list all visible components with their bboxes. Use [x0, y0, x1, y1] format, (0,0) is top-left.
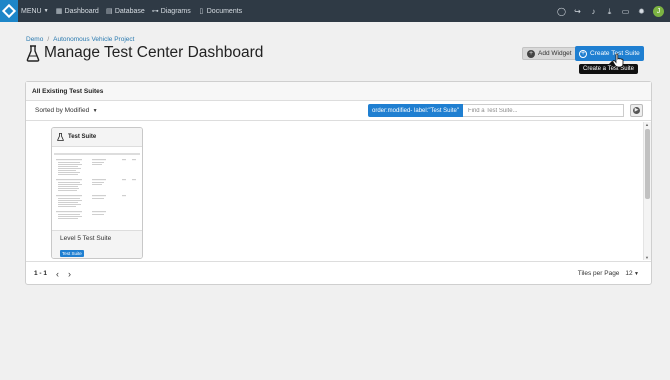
gear-icon[interactable]: ✹ [637, 7, 646, 16]
breadcrumb-project-link[interactable]: Autonomous Vehicle Project [53, 36, 134, 43]
page-header: Manage Test Center Dashboard [26, 44, 263, 62]
chat-icon[interactable]: ◯ [557, 7, 566, 16]
nav-item-dashboard[interactable]: ▦ Dashboard [56, 8, 99, 15]
search-button[interactable]: ▶ [630, 104, 643, 117]
panel-title: All Existing Test Suites [26, 82, 651, 101]
documents-icon: ▯ [199, 7, 204, 15]
main-nav: MENU ▼ ▦ Dashboard ▤ Database ⊶ Diagrams ▯ Do… [21, 8, 249, 15]
add-widget-label: Add Widget [538, 50, 572, 57]
page-title: Manage Test Center Dashboard [44, 44, 264, 61]
card-header-label: Test Suite [68, 134, 97, 140]
nav-item-diagrams[interactable]: ⊶ Diagrams [152, 8, 191, 15]
scroll-up-icon[interactable]: ▲ [645, 122, 649, 127]
scrollbar-thumb[interactable] [645, 129, 650, 199]
nav-item-documents[interactable]: ▯ Documents [198, 8, 242, 15]
avatar[interactable]: J [653, 5, 664, 17]
nav-item-database[interactable]: ▤ Database [106, 8, 145, 15]
tiles-per-page-value: 12 [625, 270, 633, 277]
nav-item-label: Diagrams [160, 7, 191, 15]
logo-diamond-icon [1, 3, 17, 19]
arrow-right-icon: ▶ [633, 107, 640, 114]
test-suite-card[interactable]: Test Suite Level 5 Test Suite Test Suite [51, 127, 143, 259]
chevron-right-icon[interactable]: › [68, 269, 71, 279]
breadcrumb-separator: / [47, 36, 50, 43]
status-badge: Test Suite [60, 250, 84, 257]
chevron-down-icon: ▼ [632, 271, 639, 277]
nav-item-label: Database [114, 7, 145, 15]
create-test-suite-button[interactable]: + Create Test Suite [575, 46, 644, 61]
panel-toolbar: Sorted by Modified ▼ order:modified- lab… [26, 101, 651, 121]
search-group: order:modified- label:"Test Suite" [368, 104, 624, 117]
card-footer: Level 5 Test Suite Test Suite [52, 231, 142, 258]
tooltip: Create a Test Suite [579, 61, 638, 74]
flask-icon [57, 133, 64, 141]
pagination-info: 1 - 1 [34, 270, 48, 277]
scroll-down-icon[interactable]: ▼ [645, 255, 649, 260]
dashboard-icon: ▦ [55, 7, 63, 15]
chevron-down-icon: ▼ [43, 8, 49, 14]
diagrams-icon: ⊶ [151, 7, 159, 15]
panel-footer: 1 - 1 ‹ › Tiles per Page 12 ▼ [26, 261, 651, 285]
nav-item-label: Dashboard [64, 7, 99, 15]
navbar-actions: ◯ ↪ ♪ ⤓ ▭ ✹ J [550, 0, 664, 22]
plus-circle-icon: + [579, 49, 587, 58]
query-filter-chip[interactable]: order:modified- label:"Test Suite" [368, 104, 463, 117]
add-widget-button[interactable]: + Add Widget [522, 47, 577, 60]
hand-cursor-icon [612, 53, 624, 68]
share-icon[interactable]: ↪ [573, 7, 582, 16]
card-thumbnail [52, 147, 142, 231]
chevron-down-icon: ▼ [91, 108, 98, 114]
top-navbar: MENU ▼ ▦ Dashboard ▤ Database ⊶ Diagrams ▯ Do… [0, 0, 670, 22]
tiles-per-page-select[interactable]: 12 ▼ [625, 270, 639, 277]
app-logo[interactable] [0, 0, 18, 22]
chevron-left-icon[interactable]: ‹ [56, 269, 59, 279]
document-preview-image [54, 153, 140, 219]
card-header: Test Suite [52, 128, 142, 147]
breadcrumb: Demo / Autonomous Vehicle Project [26, 36, 134, 43]
bell-icon[interactable]: ♪ [589, 7, 598, 16]
test-suites-panel: All Existing Test Suites Sorted by Modif… [25, 81, 652, 285]
menu-button[interactable]: MENU ▼ [21, 8, 49, 15]
card-title[interactable]: Level 5 Test Suite [60, 235, 134, 242]
tiles-grid: Test Suite Level 5 Test Suite Test Suite [26, 122, 651, 260]
plus-circle-icon: + [527, 49, 535, 58]
tiles-per-page: Tiles per Page 12 ▼ [578, 270, 639, 277]
menu-label: MENU [21, 7, 42, 15]
database-icon: ▤ [106, 7, 113, 15]
nav-item-label: Documents [206, 7, 243, 15]
download-icon[interactable]: ⤓ [605, 7, 614, 16]
sort-dropdown[interactable]: Sorted by Modified ▼ [35, 107, 98, 114]
sort-label: Sorted by Modified [35, 107, 90, 114]
tiles-per-page-label: Tiles per Page [577, 270, 620, 277]
folder-icon[interactable]: ▭ [621, 7, 630, 16]
vertical-scrollbar[interactable]: ▲ ▼ [643, 122, 651, 260]
search-input[interactable] [462, 104, 624, 117]
flask-icon [26, 44, 40, 62]
breadcrumb-root-link[interactable]: Demo [26, 36, 43, 43]
